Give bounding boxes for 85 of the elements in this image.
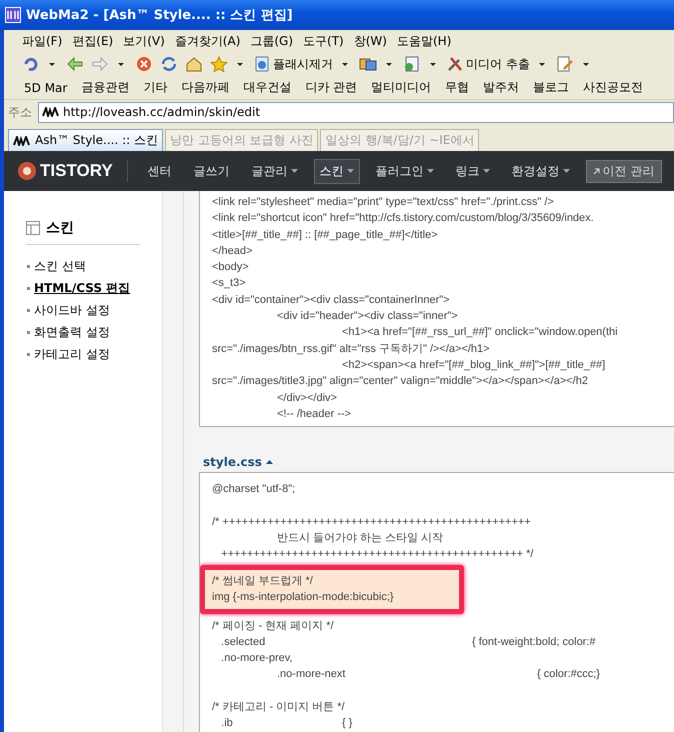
arrow-icon [592, 168, 600, 174]
links-bar-item[interactable]: 발주처 [483, 79, 520, 96]
links-bar-item[interactable]: 사진공모전 [583, 79, 644, 96]
sidebar-item[interactable]: 화면출력 설정 [34, 324, 110, 340]
links-bar-item[interactable]: 디카 관련 [305, 79, 358, 96]
code-line: @charset "utf-8"; [212, 482, 296, 498]
site-icon [13, 136, 31, 146]
window-title: WebMa2 - [Ash™ Style.... :: 스킨 편집] [26, 7, 293, 24]
layout-icon [26, 221, 40, 235]
code-line: <link rel="shortcut icon" href="http://cfs.tistory.com/custom/blog/3/35609/index. [212, 211, 595, 226]
dropdown-arrow-icon[interactable] [49, 62, 55, 66]
browser-tab[interactable]: Ash™ Style.... :: 스킨 [8, 129, 163, 151]
dropdown-arrow-icon[interactable] [386, 62, 392, 66]
app-icon [5, 7, 21, 23]
code-line: .no-more-next { color:#ccc;} [276, 667, 601, 682]
media-extract-button[interactable]: 미디어 추출 [445, 54, 532, 74]
menu-item[interactable]: 즐겨찾기(A) [174, 32, 240, 50]
dropdown-arrow-icon[interactable] [430, 62, 436, 66]
dropdown-arrow-icon[interactable] [538, 62, 545, 66]
code-line: /* 페이징 - 현재 페이지 */ [212, 618, 335, 634]
code-line: <body> [212, 260, 250, 276]
code-line: /* 썸네일 부드럽게 */ [212, 574, 314, 589]
menu-item[interactable]: 그룹(G) [250, 32, 294, 50]
old-admin-button[interactable]: 이전 관리 [586, 160, 662, 182]
dropdown-arrow-icon[interactable] [342, 62, 348, 66]
nav-menu-item[interactable]: 환경설정 [506, 158, 576, 184]
tistory-logo[interactable]: TISTORY [16, 161, 113, 181]
code-line: <s_t3> [212, 276, 247, 292]
nav-menu-item[interactable]: 플러그인 [370, 158, 440, 184]
code-line: <title>[##_title_##] :: [##_page_title_##]</title> [212, 228, 439, 243]
code-line: /* 카테고리 - 이미지 버튼 */ [212, 700, 346, 716]
nav-menu-item[interactable]: 링크 [450, 158, 496, 184]
dropdown-arrow-icon[interactable] [582, 62, 589, 66]
menu-item[interactable]: 편집(E) [72, 32, 114, 50]
code-line: img {-ms-interpolation-mode:bicubic;} [212, 590, 395, 606]
sidebar-item[interactable]: 카테고리 설정 [34, 346, 110, 362]
dropdown-arrow-icon[interactable] [118, 62, 124, 66]
favorites-icon[interactable] [208, 54, 230, 74]
menu-item[interactable]: 파일(F) [22, 32, 62, 50]
links-bar-item[interactable]: 기타 [143, 79, 168, 96]
site-icon [42, 107, 60, 117]
links-bar-item[interactable]: 다음까페 [181, 79, 230, 96]
code-line: <div id="header"><div class="inner"> [276, 309, 459, 324]
css-code-editor[interactable] [199, 472, 674, 732]
links-bar-item[interactable]: 멀티미디어 [371, 79, 432, 96]
sidebar-title: 스킨 [46, 219, 74, 237]
code-line: </div></div> [276, 390, 338, 406]
code-line: /* ++++++++++++++++++++++++++++++++++++++++++++++++ [212, 514, 532, 530]
nav-menu-item[interactable]: 글쓰기 [188, 158, 236, 184]
tools-icon [447, 56, 463, 72]
menu-item[interactable]: 도움말(H) [396, 32, 452, 50]
nav-menu-item[interactable]: 스킨 [314, 158, 360, 184]
links-bar-item[interactable]: 블로그 [533, 79, 570, 96]
code-line: +++++++++++++++++++++++++++++++++++++++++++++++ */ [220, 547, 534, 562]
links-bar-item[interactable]: 무협 [445, 79, 470, 96]
css-file-toggle[interactable]: style.css [203, 455, 273, 472]
code-line: src="./images/title3.jpg" align="center" valign="middle"></a></span></a></h2 [212, 374, 589, 390]
links-bar-item[interactable]: 대우건설 [243, 79, 292, 96]
sidebar-item[interactable]: 사이드바 설정 [34, 302, 110, 318]
code-line: <link rel="stylesheet" media="print" type="text/css" href="./print.css" /> [212, 195, 555, 210]
nav-menu-item[interactable]: 센터 [142, 158, 178, 184]
code-line: 반드시 들어가야 하는 스타일 시작 [276, 531, 444, 546]
code-line: <div id="container"><div class="containerInner"> [212, 292, 451, 308]
sidebar-item[interactable]: HTML/CSS 편집 [34, 280, 130, 296]
code-line: <h2><span><a href="[##_blog_link_##]">[##_title_##] [341, 358, 606, 373]
address-field[interactable]: http://loveash.cc/admin/skin/edit [38, 102, 674, 122]
menu-item[interactable]: 도구(T) [303, 32, 344, 50]
code-line: src="./images/btn_rss.gif" alt="rss 구독하기" /></a></h1> [212, 342, 491, 357]
links-bar-item[interactable]: 5D Mar [24, 80, 68, 94]
address-label: 주소 [8, 104, 32, 120]
code-line: <!-- /header --> [276, 406, 352, 422]
menu-item[interactable]: 창(W) [354, 32, 387, 50]
nav-menu-item[interactable]: 글관리 [246, 158, 304, 184]
code-line: .selected { font-weight:bold; color:# [220, 634, 597, 650]
code-line: <h1><a href="[##_rss_url_##]" onclick="window.open(thi [341, 325, 619, 340]
code-line: .no-more-prev, [220, 651, 294, 666]
sidebar-item[interactable]: 스킨 선택 [34, 258, 86, 274]
links-bar-item[interactable]: 금융관련 [81, 79, 130, 96]
html-code-editor[interactable] [199, 191, 674, 428]
code-line: </head> [212, 244, 254, 259]
dropdown-arrow-icon[interactable] [237, 62, 243, 66]
caret-icon [266, 460, 273, 464]
menu-item[interactable]: 보기(V) [123, 32, 165, 50]
code-line: .ib { } [220, 716, 354, 732]
flash-remove-button[interactable]: 플래시제거 [252, 54, 335, 74]
